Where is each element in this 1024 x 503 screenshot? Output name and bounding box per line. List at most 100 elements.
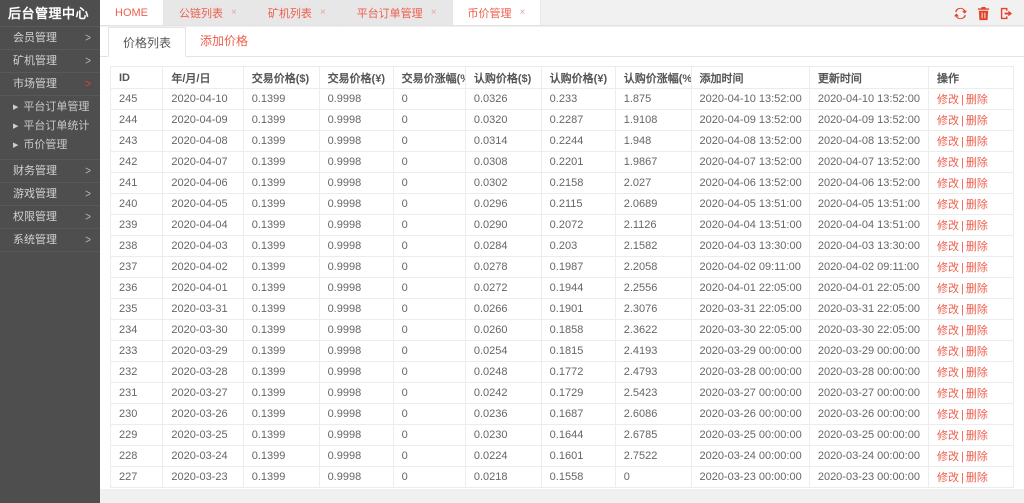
edit-link[interactable]: 修改 [937,346,959,358]
table-cell: 0 [392,88,466,110]
delete-link[interactable]: 删除 [966,220,988,232]
chevron-right-icon: > [85,233,91,248]
edit-link[interactable]: 修改 [937,472,959,484]
edit-link[interactable]: 修改 [937,136,959,148]
table-cell: 2020-04-08 [162,130,244,152]
sidebar-subitem-2[interactable]: ▶ 币价管理 [0,136,100,155]
delete-link[interactable]: 删除 [966,94,988,106]
table-cell: 0.1399 [242,214,320,236]
subtab-1[interactable]: 添加价格 [186,26,262,56]
table-cell: 2020-03-28 00:00:00 [808,361,930,383]
delete-link[interactable]: 删除 [966,304,988,316]
table-cell: 0.9998 [318,109,394,131]
close-icon[interactable]: × [431,7,437,18]
table-cell: 239 [109,214,164,236]
sidebar-item-3[interactable]: 财务管理 > [0,160,100,183]
edit-link[interactable]: 修改 [937,388,959,400]
delete-link[interactable]: 删除 [966,136,988,148]
sidebar-item-6[interactable]: 系统管理 > [0,229,100,252]
submenu: ▶ 平台订单管理 ▶ 平台订单统计 ▶ 币价管理 [0,96,100,160]
edit-link[interactable]: 修改 [937,262,959,274]
delete-link[interactable]: 删除 [966,409,988,421]
table-cell: 0.2158 [540,172,616,194]
delete-link[interactable]: 删除 [966,346,988,358]
table-cell-actions: 修改 | 删除 [928,298,1014,320]
edit-link[interactable]: 修改 [937,115,959,127]
table-row: 234 2020-03-30 0.1399 0.9998 0 0.0260 0.1858 2.… [109,319,1014,341]
tab-1[interactable]: 公链列表 × [164,0,253,25]
sidebar-item-label: 权限管理 [13,211,57,223]
trash-icon[interactable] [976,6,991,21]
close-icon[interactable]: × [520,7,526,18]
table-cell: 2.7522 [614,445,692,467]
table-cell: 0 [614,466,692,488]
delete-link[interactable]: 删除 [966,178,988,190]
table-cell: 0.0266 [464,298,542,320]
delete-link[interactable]: 删除 [966,430,988,442]
edit-link[interactable]: 修改 [937,157,959,169]
table-cell: 0.9998 [318,130,394,152]
table-cell-actions: 修改 | 删除 [928,88,1014,110]
table-cell: 2020-03-24 00:00:00 [690,445,810,467]
tab-3[interactable]: 平台订单管理 × [341,0,453,25]
edit-link[interactable]: 修改 [937,367,959,379]
delete-link[interactable]: 删除 [966,283,988,295]
delete-link[interactable]: 删除 [966,388,988,400]
edit-link[interactable]: 修改 [937,178,959,190]
table-cell: 0.1399 [242,424,320,446]
table-cell: 2020-03-25 [162,424,244,446]
edit-link[interactable]: 修改 [937,304,959,316]
edit-link[interactable]: 修改 [937,325,959,337]
logout-icon[interactable] [999,6,1014,21]
table-row: 243 2020-04-08 0.1399 0.9998 0 0.0314 0.2244 1.… [109,130,1014,152]
edit-link[interactable]: 修改 [937,430,959,442]
caret-right-icon: ▶ [13,123,19,130]
table-cell: 2.027 [614,172,692,194]
sidebar-subitem-1[interactable]: ▶ 平台订单统计 [0,117,100,136]
delete-link[interactable]: 删除 [966,325,988,337]
table-row: 238 2020-04-03 0.1399 0.9998 0 0.0284 0.203 2.1… [109,235,1014,257]
close-icon[interactable]: × [320,7,326,18]
table-cell: 2020-04-06 13:52:00 [808,172,930,194]
table-cell: 0.0236 [464,403,542,425]
edit-link[interactable]: 修改 [937,241,959,253]
table-row: 231 2020-03-27 0.1399 0.9998 0 0.0242 0.1729 2.… [109,382,1014,404]
delete-link[interactable]: 删除 [966,115,988,127]
refresh-icon[interactable] [953,6,968,21]
sidebar-subitem-0[interactable]: ▶ 平台订单管理 [0,98,100,117]
delete-link[interactable]: 删除 [966,157,988,169]
sidebar-item-5[interactable]: 权限管理 > [0,206,100,229]
table-cell: 2.5423 [614,382,692,404]
table-cell: 0.1399 [242,340,320,362]
tab-0[interactable]: HOME [100,0,164,25]
table-cell: 0.233 [540,88,616,110]
edit-link[interactable]: 修改 [937,409,959,421]
table-cell: 2020-03-26 00:00:00 [690,403,810,425]
sidebar-item-1[interactable]: 矿机管理 > [0,50,100,73]
sidebar-item-4[interactable]: 游戏管理 > [0,183,100,206]
tab-2[interactable]: 矿机列表 × [252,0,342,25]
table-cell: 244 [109,109,164,131]
table-cell: 0 [392,466,466,488]
delete-link[interactable]: 删除 [966,451,988,463]
edit-link[interactable]: 修改 [937,220,959,232]
tab-4[interactable]: 币价管理 × [452,0,542,25]
delete-link[interactable]: 删除 [966,472,988,484]
edit-link[interactable]: 修改 [937,283,959,295]
delete-link[interactable]: 删除 [966,199,988,211]
sidebar-item-0[interactable]: 会员管理 > [0,27,100,50]
table-cell: 0.0320 [464,109,542,131]
delete-link[interactable]: 删除 [966,262,988,274]
edit-link[interactable]: 修改 [937,199,959,211]
table-cell: 0 [392,193,466,215]
delete-link[interactable]: 删除 [966,367,988,379]
delete-link[interactable]: 删除 [966,241,988,253]
edit-link[interactable]: 修改 [937,94,959,106]
subtab-0[interactable]: 价格列表 [108,27,187,57]
edit-link[interactable]: 修改 [937,451,959,463]
sidebar-item-2[interactable]: 市场管理 > [0,73,100,96]
close-icon[interactable]: × [231,7,237,18]
table-cell: 0.0308 [464,151,542,173]
table-cell: 0.1399 [242,172,320,194]
table-cell: 2020-04-05 13:51:00 [808,193,930,215]
